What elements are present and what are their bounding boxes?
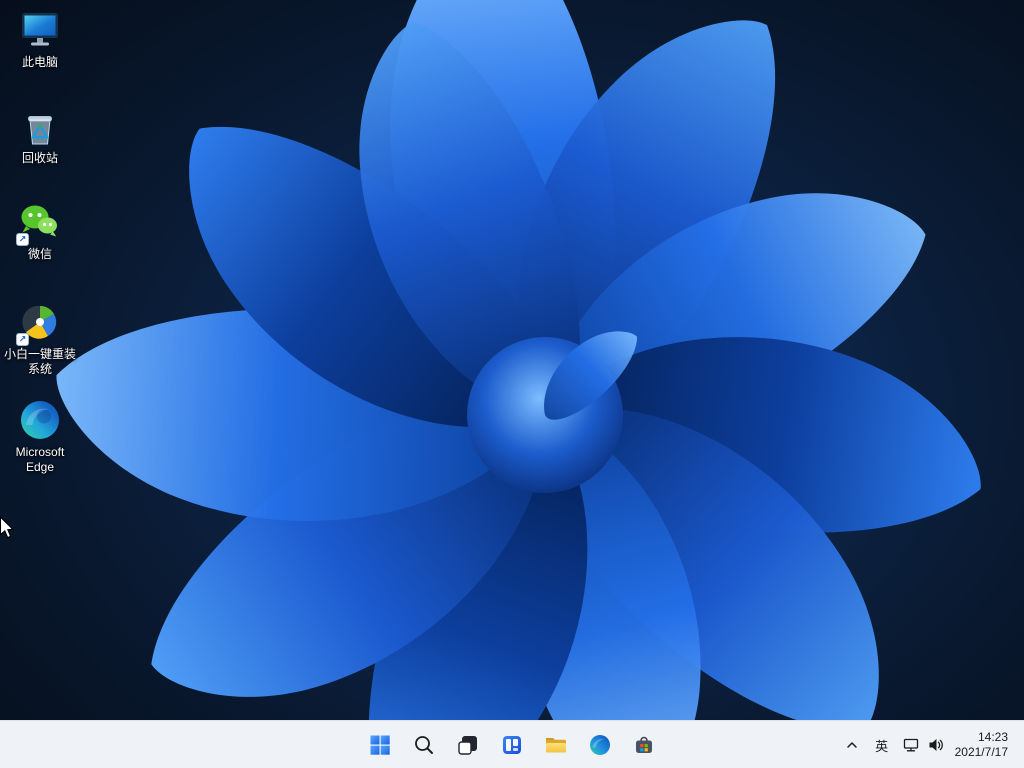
icon-label: 回收站 (21, 151, 58, 165)
xiaobai-pinwheel-icon: ↗ (16, 300, 62, 346)
desktop-icon-recycle-bin[interactable]: 回收站 (2, 104, 78, 166)
store-bag-icon (636, 736, 652, 753)
shortcut-arrow-badge: ↗ (16, 233, 29, 246)
desktop-icon-microsoft-edge[interactable]: Microsoft Edge (2, 398, 78, 475)
system-tray: 英 14:23 2021/7/17 (838, 721, 1024, 768)
taskbar-center-buttons (360, 721, 664, 768)
icon-label: 微信 (27, 247, 52, 261)
widgets-button[interactable] (492, 725, 532, 765)
language-indicator-button[interactable]: 英 (868, 725, 896, 765)
desktop-icon-list: 此电脑 回收站 ↗ 微信 ↗ 小白一键重装系统 Microsoft Edge (2, 8, 78, 708)
icon-label: 小白一键重装系统 (3, 347, 76, 376)
search-icon (415, 736, 433, 754)
task-view-icon (458, 736, 477, 755)
edge-button[interactable] (580, 725, 620, 765)
file-explorer-button[interactable] (536, 725, 576, 765)
tray-expand-button[interactable] (838, 725, 866, 765)
date-text: 2021/7/17 (954, 745, 1008, 759)
shortcut-arrow-badge: ↗ (16, 333, 29, 346)
edge-icon (18, 398, 62, 442)
chevron-up-icon (846, 742, 857, 748)
widgets-icon (503, 736, 521, 754)
search-button[interactable] (404, 725, 444, 765)
desktop-icon-wechat[interactable]: ↗ 微信 (2, 200, 78, 262)
microsoft-store-button[interactable] (624, 725, 664, 765)
wechat-icon: ↗ (16, 200, 62, 246)
desktop-icon-this-pc[interactable]: 此电脑 (2, 8, 78, 70)
windows-desktop[interactable]: 此电脑 回收站 ↗ 微信 ↗ 小白一键重装系统 Microsoft Edge 英… (0, 0, 1024, 768)
time-text: 14:23 (977, 730, 1008, 744)
icon-label: 此电脑 (21, 55, 58, 69)
language-indicator: 英 (875, 738, 889, 754)
clock[interactable]: 14:23 2021/7/17 (951, 725, 1012, 765)
volume-icon (929, 739, 943, 751)
icon-label: Microsoft Edge (15, 445, 65, 474)
taskbar: 英 14:23 2021/7/17 (0, 720, 1024, 768)
edge-icon (590, 735, 610, 755)
wallpaper-bloom (0, 0, 1024, 768)
start-button[interactable] (360, 725, 400, 765)
task-view-button[interactable] (448, 725, 488, 765)
desktop-icon-xiaobai-reinstall[interactable]: ↗ 小白一键重装系统 (2, 300, 78, 377)
windows-logo-icon (370, 735, 390, 755)
folder-icon (546, 738, 566, 753)
recycle-bin-icon (18, 104, 62, 148)
this-pc-icon (18, 8, 62, 52)
network-volume-button[interactable] (898, 725, 949, 765)
network-icon (903, 738, 918, 752)
